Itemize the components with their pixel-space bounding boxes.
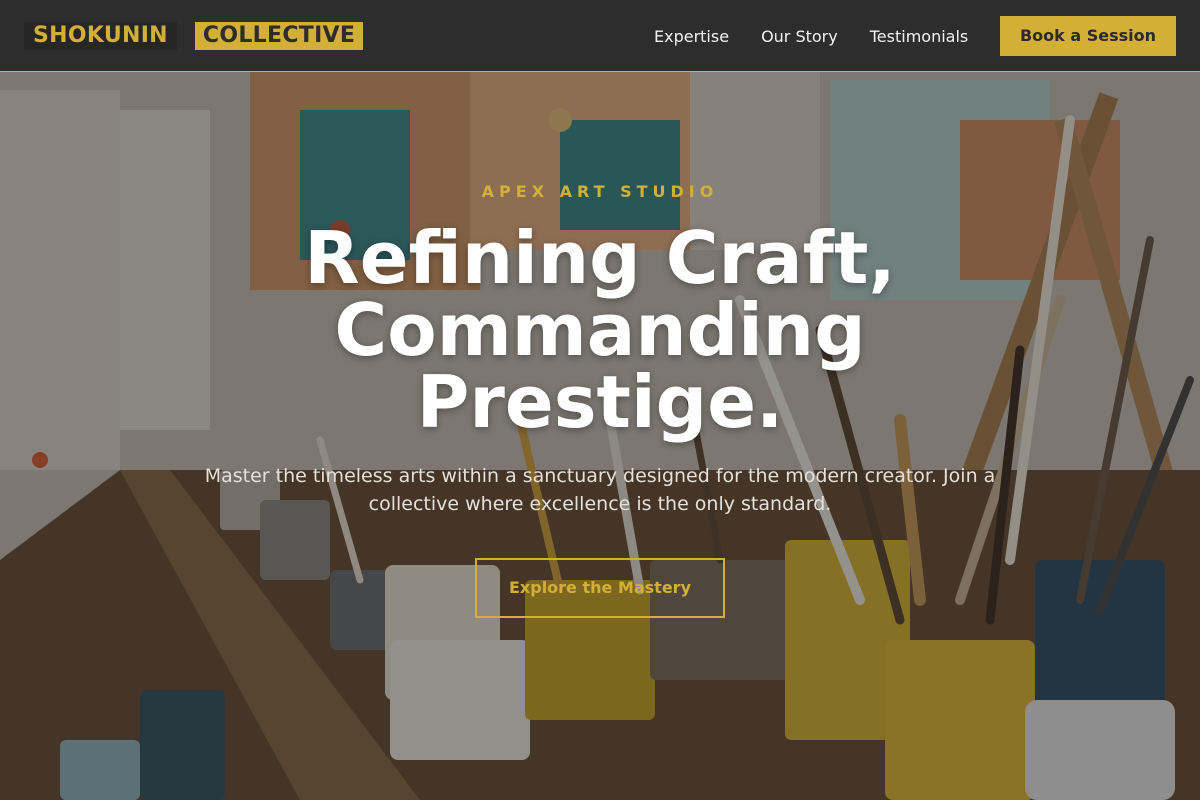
- hero-headline: Refining Craft, Commanding Prestige.: [304, 216, 896, 444]
- nav-link-expertise[interactable]: Expertise: [654, 27, 729, 46]
- brand-logo[interactable]: SHOKUNIN COLLECTIVE: [24, 22, 364, 50]
- hero-section: APEX ART STUDIO Refining Craft, Commandi…: [0, 0, 1200, 800]
- nav-link-testimonials[interactable]: Testimonials: [870, 27, 969, 46]
- nav-link-our-story[interactable]: Our Story: [761, 27, 838, 46]
- hero-eyebrow: APEX ART STUDIO: [481, 182, 719, 201]
- top-navbar: SHOKUNIN COLLECTIVE Expertise Our Story …: [0, 0, 1200, 72]
- brand-logo-part-2: COLLECTIVE: [194, 22, 364, 50]
- hero-subtext: Master the timeless arts within a sanctu…: [204, 465, 996, 515]
- landing-page: SHOKUNIN COLLECTIVE Expertise Our Story …: [0, 0, 1200, 800]
- book-session-button[interactable]: Book a Session: [1000, 16, 1176, 56]
- brand-logo-part-1: SHOKUNIN: [24, 22, 177, 50]
- nav-links: Expertise Our Story Testimonials: [654, 0, 1000, 72]
- explore-mastery-button[interactable]: Explore the Mastery: [475, 558, 725, 618]
